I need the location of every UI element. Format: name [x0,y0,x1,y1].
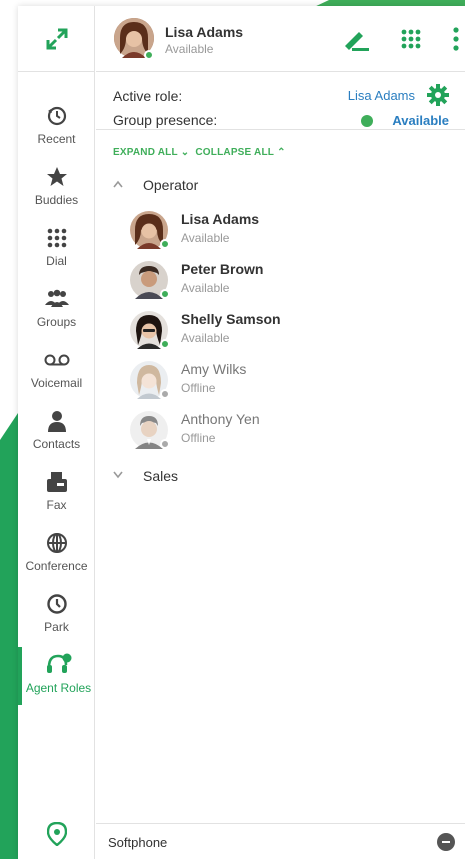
fax-icon [44,470,70,494]
sidebar-item-label: Voicemail [30,376,83,390]
sidebar-item-label: Fax [46,498,67,512]
sidebar-item-label: Buddies [34,193,79,207]
footer: Softphone [96,823,465,859]
globe-icon [44,531,70,555]
pencil-icon [345,32,369,51]
online-status-dot [160,239,170,249]
sidebar-item-label: Conference [25,559,88,573]
collapse-all-link[interactable]: COLLAPSE ALL [195,147,274,158]
active-role-label: Active role: [113,88,183,104]
location-button[interactable] [18,819,95,849]
agent-name: Shelly Samson [181,311,281,327]
headset-icon [46,653,72,677]
sidebar-item-label: Agent Roles [25,681,92,695]
sidebar-item-recent[interactable]: Recent [18,98,95,156]
user-name: Lisa Adams [165,24,244,40]
group-name: Operator [143,177,199,193]
expand-collapse-controls: EXPAND ALL ⌄ COLLAPSE ALL ⌃ [113,147,286,158]
user-status: Available [165,42,214,56]
group-presence-label: Group presence: [113,112,218,128]
agent-name: Amy Wilks [181,361,247,377]
agent-status: Available [181,281,230,295]
agent-status: Available [181,231,230,245]
sidebar-item-label: Contacts [32,437,81,451]
group-icon [44,287,70,311]
sidebar-item-label: Groups [36,315,77,329]
dialpad-icon [44,226,70,250]
sidebar-item-label: Recent [37,132,76,146]
sidebar: Recent Buddies Dial Groups Voicemail Con… [18,6,95,859]
chevron-up-icon: ⌃ [277,147,286,158]
voicemail-icon [44,348,70,372]
offline-status-dot [160,389,170,399]
chevron-down-icon [113,470,135,482]
location-pin-icon [46,822,67,846]
online-status-dot [160,339,170,349]
expand-button[interactable] [18,6,95,72]
more-vertical-icon [453,27,459,51]
sidebar-item-label: Dial [46,254,67,268]
dialpad-button[interactable] [396,24,426,54]
edit-button[interactable] [341,24,371,54]
chevron-down-icon: ⌄ [180,147,190,158]
softphone-label: Softphone [108,835,168,850]
sidebar-item-voicemail[interactable]: Voicemail [18,342,95,400]
agent-status: Offline [181,431,216,445]
list-item[interactable]: Lisa Adams Available [130,209,450,253]
expand-arrows-icon [46,28,67,49]
agent-name: Lisa Adams [181,211,260,227]
minus-circle-icon[interactable] [437,833,455,851]
gear-icon[interactable] [427,84,449,106]
role-bar: Active role: Lisa Adams Group presence: … [96,72,465,130]
star-icon [44,165,70,189]
sidebar-item-buddies[interactable]: Buddies [18,159,95,217]
list-item[interactable]: Shelly Samson Available [130,309,450,353]
history-icon [44,104,70,128]
sidebar-item-park[interactable]: Park [18,586,95,644]
person-icon [44,409,70,433]
sidebar-item-fax[interactable]: Fax [18,464,95,522]
clock-icon [44,592,70,616]
sidebar-item-contacts[interactable]: Contacts [18,403,95,461]
online-status-dot [144,50,154,60]
group-header-sales[interactable]: Sales [113,464,178,488]
app-window: Recent Buddies Dial Groups Voicemail Con… [18,6,465,859]
sidebar-item-groups[interactable]: Groups [18,281,95,339]
agent-status: Offline [181,381,216,395]
list-item[interactable]: Peter Brown Available [130,259,450,303]
more-menu-button[interactable] [441,24,465,54]
sidebar-item-label: Park [44,620,69,634]
group-name: Sales [143,468,179,484]
dialpad-icon [401,29,421,49]
list-item[interactable]: Anthony Yen Offline [130,409,450,453]
list-item[interactable]: Amy Wilks Offline [130,359,450,403]
agent-name: Anthony Yen [181,411,260,427]
sidebar-item-dial[interactable]: Dial [18,220,95,278]
presence-dot [361,115,373,127]
sidebar-item-agent-roles[interactable]: Agent Roles [18,647,95,705]
group-presence-value[interactable]: Available [392,113,449,128]
agent-status: Available [181,331,230,345]
chevron-up-icon [113,179,135,191]
group-header-operator[interactable]: Operator [113,173,198,197]
header: Lisa Adams Available [96,6,465,72]
active-role-value[interactable]: Lisa Adams [348,88,415,103]
sidebar-item-conference[interactable]: Conference [18,525,95,583]
offline-status-dot [160,439,170,449]
expand-all-link[interactable]: EXPAND ALL [113,147,178,158]
online-status-dot [160,289,170,299]
agent-name: Peter Brown [181,261,264,277]
